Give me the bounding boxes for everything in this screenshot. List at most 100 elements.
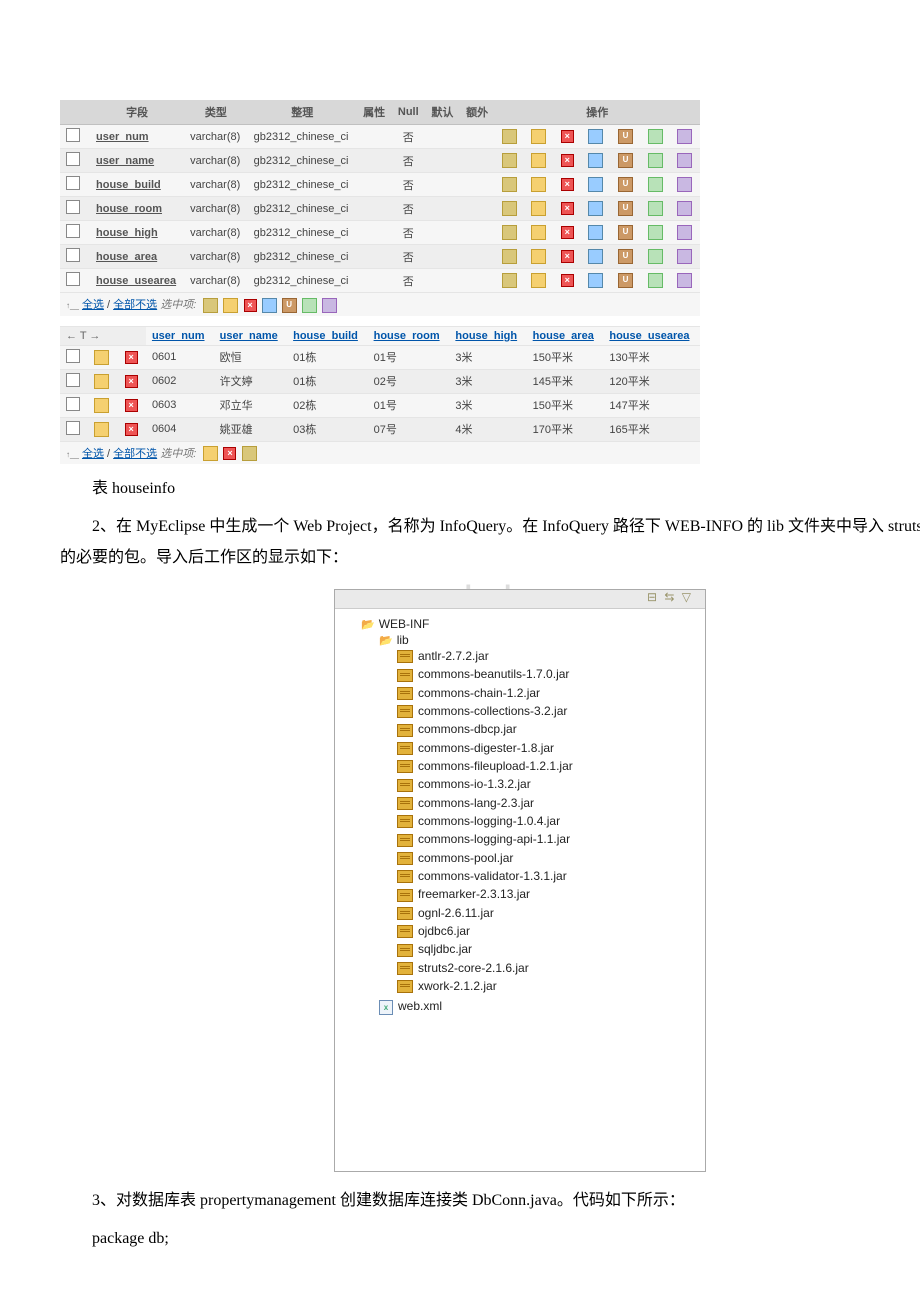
edit-icon[interactable]: [94, 422, 109, 437]
index-icon[interactable]: [648, 273, 663, 288]
col-house-build[interactable]: house_build: [293, 330, 358, 342]
fulltext-icon[interactable]: [677, 225, 692, 240]
delete-icon[interactable]: ×: [561, 250, 574, 263]
row-checkbox[interactable]: [66, 248, 80, 262]
edit-icon[interactable]: [531, 153, 546, 168]
folder-web-inf[interactable]: 📂WEB-INF 📂lib antlr-2.7.2.jarcommons-bea…: [361, 615, 697, 1019]
select-all-link[interactable]: 全选: [82, 299, 104, 311]
index-icon[interactable]: [648, 153, 663, 168]
delete-icon[interactable]: ×: [561, 130, 574, 143]
unique-icon[interactable]: U: [618, 273, 633, 288]
delete-icon[interactable]: ×: [223, 447, 236, 460]
jar-file[interactable]: commons-digester-1.8.jar: [397, 739, 697, 757]
jar-file[interactable]: ognl-2.6.11.jar: [397, 904, 697, 922]
row-checkbox[interactable]: [66, 349, 80, 363]
fulltext-icon[interactable]: [677, 201, 692, 216]
col-house-high[interactable]: house_high: [455, 330, 517, 342]
index-icon[interactable]: [648, 249, 663, 264]
unique-icon[interactable]: U: [618, 201, 633, 216]
jar-file[interactable]: freemarker-2.3.13.jar: [397, 885, 697, 903]
edit-icon[interactable]: [531, 249, 546, 264]
edit-icon[interactable]: [531, 201, 546, 216]
fulltext-icon[interactable]: [677, 249, 692, 264]
index-icon[interactable]: [648, 201, 663, 216]
primary-key-icon[interactable]: [588, 177, 603, 192]
select-all-link[interactable]: 全选: [82, 448, 104, 460]
row-checkbox[interactable]: [66, 373, 80, 387]
edit-icon[interactable]: [531, 177, 546, 192]
unique-icon[interactable]: U: [618, 249, 633, 264]
jar-file[interactable]: commons-collections-3.2.jar: [397, 702, 697, 720]
delete-icon[interactable]: ×: [125, 399, 138, 412]
jar-file[interactable]: commons-dbcp.jar: [397, 720, 697, 738]
jar-file[interactable]: ojdbc6.jar: [397, 922, 697, 940]
jar-file[interactable]: xwork-2.1.2.jar: [397, 977, 697, 995]
primary-key-icon[interactable]: [588, 153, 603, 168]
unselect-all-link[interactable]: 全部不选: [113, 448, 157, 460]
primary-key-icon[interactable]: [588, 249, 603, 264]
unique-icon[interactable]: U: [618, 153, 633, 168]
edit-icon[interactable]: [203, 446, 218, 461]
edit-icon[interactable]: [94, 374, 109, 389]
browse-icon[interactable]: [502, 129, 517, 144]
row-checkbox[interactable]: [66, 421, 80, 435]
unique-icon[interactable]: U: [618, 225, 633, 240]
jar-file[interactable]: commons-chain-1.2.jar: [397, 684, 697, 702]
delete-icon[interactable]: ×: [561, 226, 574, 239]
delete-icon[interactable]: ×: [125, 423, 138, 436]
export-icon[interactable]: [242, 446, 257, 461]
edit-icon[interactable]: [531, 129, 546, 144]
browse-icon[interactable]: [502, 177, 517, 192]
unselect-all-link[interactable]: 全部不选: [113, 299, 157, 311]
jar-file[interactable]: commons-logging-1.0.4.jar: [397, 812, 697, 830]
jar-file[interactable]: commons-lang-2.3.jar: [397, 794, 697, 812]
primary-key-icon[interactable]: [588, 201, 603, 216]
edit-icon[interactable]: [223, 298, 238, 313]
edit-icon[interactable]: [531, 225, 546, 240]
delete-icon[interactable]: ×: [125, 375, 138, 388]
nav-arrows[interactable]: ← T →: [60, 326, 146, 345]
jar-file[interactable]: commons-beanutils-1.7.0.jar: [397, 665, 697, 683]
jar-file[interactable]: commons-fileupload-1.2.1.jar: [397, 757, 697, 775]
row-checkbox[interactable]: [66, 224, 80, 238]
index-icon[interactable]: [648, 225, 663, 240]
row-checkbox[interactable]: [66, 176, 80, 190]
collapse-icon[interactable]: ⊟: [647, 590, 657, 604]
col-house-area[interactable]: house_area: [533, 330, 594, 342]
col-user-name[interactable]: user_name: [220, 330, 278, 342]
jar-file[interactable]: sqljdbc.jar: [397, 940, 697, 958]
row-checkbox[interactable]: [66, 200, 80, 214]
project-tree[interactable]: 📂WEB-INF 📂lib antlr-2.7.2.jarcommons-bea…: [335, 609, 705, 1171]
jar-file[interactable]: antlr-2.7.2.jar: [397, 647, 697, 665]
primary-key-icon[interactable]: [588, 225, 603, 240]
jar-file[interactable]: struts2-core-2.1.6.jar: [397, 959, 697, 977]
col-house-usearea[interactable]: house_usearea: [609, 330, 689, 342]
browse-icon[interactable]: [502, 201, 517, 216]
browse-icon[interactable]: [203, 298, 218, 313]
unique-icon[interactable]: U: [618, 177, 633, 192]
primary-key-icon[interactable]: [262, 298, 277, 313]
fulltext-icon[interactable]: [677, 153, 692, 168]
jar-file[interactable]: commons-pool.jar: [397, 849, 697, 867]
delete-icon[interactable]: ×: [561, 202, 574, 215]
primary-key-icon[interactable]: [588, 273, 603, 288]
browse-icon[interactable]: [502, 153, 517, 168]
col-house-room[interactable]: house_room: [374, 330, 440, 342]
row-checkbox[interactable]: [66, 152, 80, 166]
file-web-xml[interactable]: xweb.xml: [379, 997, 697, 1016]
browse-icon[interactable]: [502, 249, 517, 264]
index-icon[interactable]: [648, 177, 663, 192]
link-icon[interactable]: ⇆: [664, 590, 674, 604]
delete-icon[interactable]: ×: [244, 299, 257, 312]
fulltext-icon[interactable]: [677, 129, 692, 144]
row-checkbox[interactable]: [66, 397, 80, 411]
jar-file[interactable]: commons-io-1.3.2.jar: [397, 775, 697, 793]
edit-icon[interactable]: [94, 350, 109, 365]
edit-icon[interactable]: [94, 398, 109, 413]
delete-icon[interactable]: ×: [561, 178, 574, 191]
browse-icon[interactable]: [502, 225, 517, 240]
menu-icon[interactable]: ▽: [682, 590, 691, 604]
fulltext-icon[interactable]: [677, 177, 692, 192]
browse-icon[interactable]: [502, 273, 517, 288]
folder-lib[interactable]: 📂lib antlr-2.7.2.jarcommons-beanutils-1.…: [379, 631, 697, 997]
